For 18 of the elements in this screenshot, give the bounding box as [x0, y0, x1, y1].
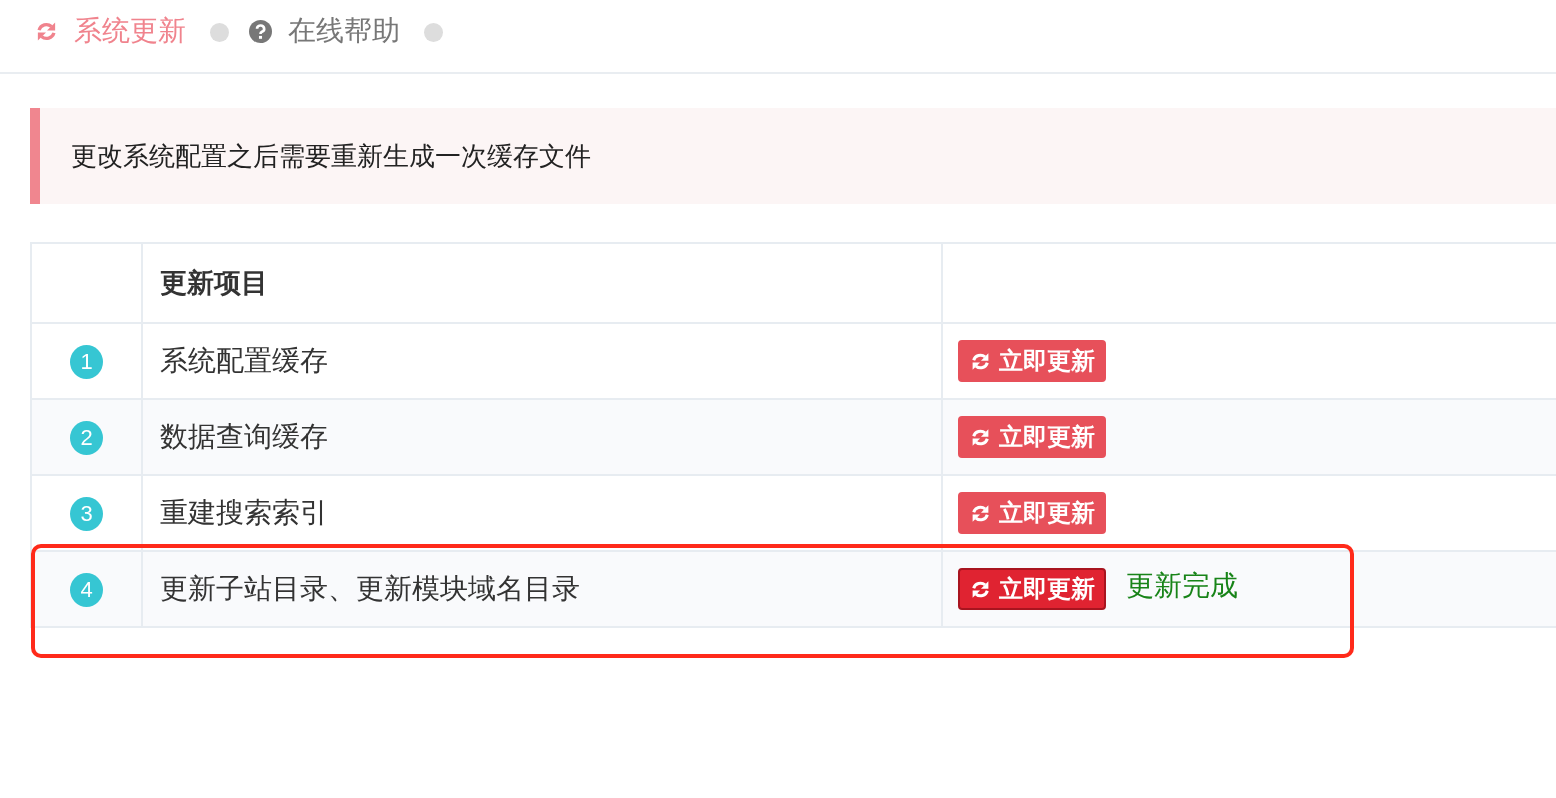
table-cell: 数据查询缓存 — [142, 399, 942, 475]
table-cell: 更新子站目录、更新模块域名目录 — [142, 551, 942, 627]
question-mark-icon — [249, 19, 272, 43]
status-text: 更新完成 — [1126, 569, 1238, 603]
alert-message: 更改系统配置之后需要重新生成一次缓存文件 — [30, 108, 1556, 204]
dot-icon — [424, 22, 443, 42]
update-button[interactable]: 立即更新 — [958, 416, 1106, 458]
dot-icon — [210, 22, 229, 42]
number-badge: 2 — [70, 421, 103, 455]
column-header: 更新项目 — [142, 243, 942, 323]
nav-tab[interactable]: 在线帮助 — [249, 12, 400, 50]
number-badge: 4 — [70, 573, 103, 607]
number-badge: 3 — [70, 497, 103, 531]
nav-tab[interactable]: 系统更新 — [35, 12, 186, 50]
update-button[interactable]: 立即更新 — [958, 340, 1106, 382]
update-button[interactable]: 立即更新 — [958, 492, 1106, 534]
update-button[interactable]: 立即更新 — [958, 568, 1106, 610]
number-badge: 1 — [70, 345, 103, 379]
